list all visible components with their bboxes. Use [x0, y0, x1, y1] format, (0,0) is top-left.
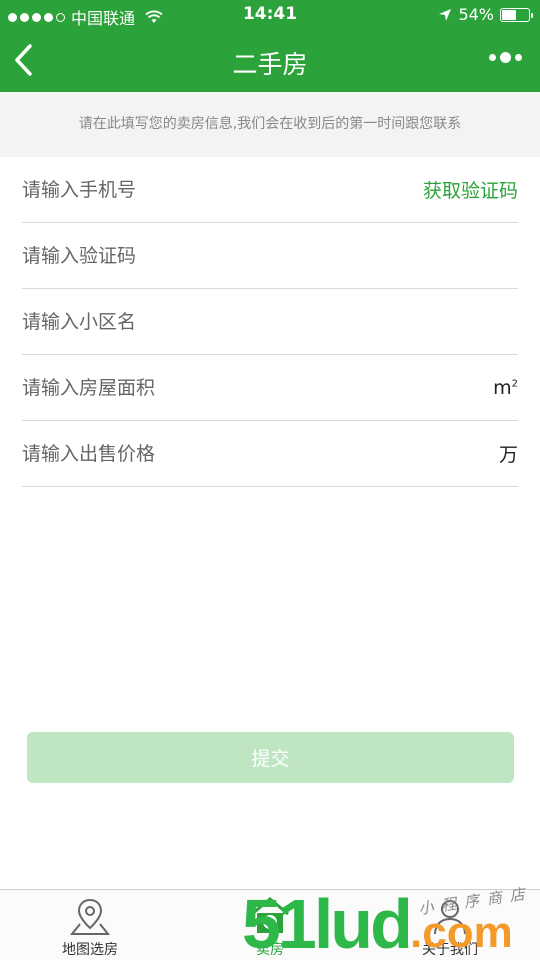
tab-bar: 地图选房 ¥ 卖房 关于我们 — [0, 889, 540, 960]
status-right: 54% — [438, 5, 533, 24]
get-code-button[interactable]: 获取验证码 — [423, 176, 518, 203]
app-header: 中国联通 14:41 54% 二手房 — [0, 0, 540, 92]
price-row: 万 — [22, 421, 518, 487]
phone-input[interactable] — [22, 178, 382, 201]
location-arrow-icon — [439, 8, 452, 21]
tab-sell-label: 卖房 — [256, 942, 284, 958]
more-options-button[interactable] — [489, 52, 522, 63]
area-unit-sup: 2 — [511, 378, 518, 390]
battery-fill — [502, 9, 516, 20]
tab-map-label: 地图选房 — [62, 942, 118, 958]
battery-percent: 54% — [458, 5, 494, 24]
area-row: m2 — [22, 355, 518, 421]
house-area-input[interactable] — [22, 376, 382, 399]
verification-code-input[interactable] — [22, 244, 382, 267]
house-yuan-icon: ¥ — [251, 897, 289, 933]
tab-about-label: 关于我们 — [422, 942, 478, 958]
page-title: 二手房 — [232, 50, 308, 79]
tab-map[interactable]: 地图选房 — [0, 890, 180, 960]
more-dot-icon — [489, 54, 496, 61]
submit-button[interactable]: 提交 — [27, 732, 514, 783]
user-icon — [434, 900, 466, 935]
more-dot-icon — [515, 54, 522, 61]
area-unit-text: m — [493, 376, 512, 399]
battery-icon — [500, 7, 533, 22]
area-unit: m2 — [493, 377, 518, 399]
more-dot-icon — [500, 52, 511, 63]
community-row — [22, 289, 518, 355]
tab-about[interactable]: 关于我们 — [360, 890, 540, 960]
community-name-input[interactable] — [22, 310, 382, 333]
sale-price-input[interactable] — [22, 442, 382, 465]
status-bar: 中国联通 14:41 54% — [0, 0, 540, 30]
phone-row: 获取验证码 — [22, 157, 518, 223]
price-unit: 万 — [498, 444, 518, 466]
code-row — [22, 223, 518, 289]
tab-sell[interactable]: ¥ 卖房 — [180, 890, 360, 960]
svg-text:¥: ¥ — [267, 918, 273, 929]
nav-bar: 二手房 — [0, 30, 540, 92]
sell-house-form: 获取验证码 m2 万 — [22, 157, 518, 487]
map-pin-icon — [69, 898, 111, 935]
notice-text: 请在此填写您的卖房信息,我们会在收到后的第一时间跟您联系 — [0, 92, 540, 157]
